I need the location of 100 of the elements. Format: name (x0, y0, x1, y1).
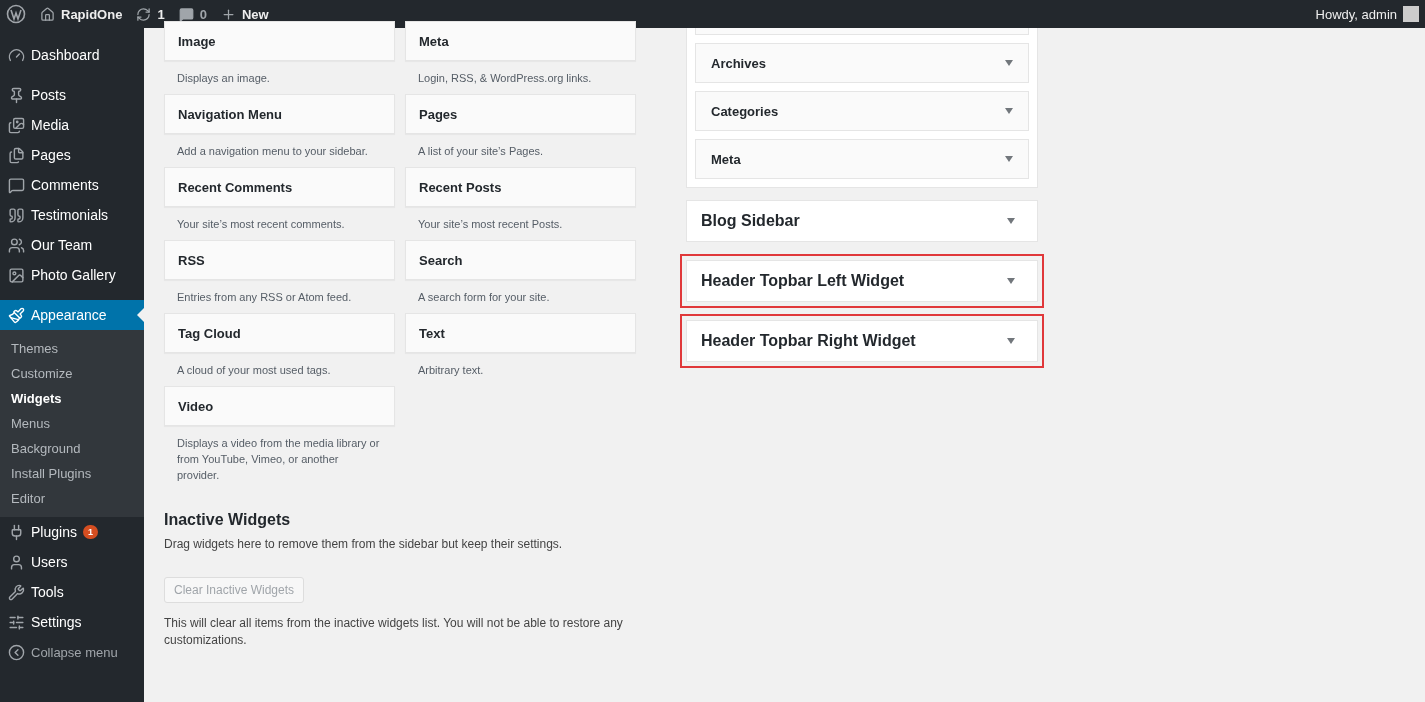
new-link[interactable]: New (220, 6, 269, 22)
widget-card[interactable]: Navigation Menu (164, 94, 395, 134)
updates-link[interactable]: 1 (136, 6, 165, 22)
widget-card[interactable]: Meta (405, 21, 636, 61)
submenu-item[interactable]: Editor (0, 486, 144, 511)
comments-link[interactable]: 0 (178, 6, 207, 22)
widget-card[interactable]: Recent Comments (164, 167, 395, 207)
submenu-item[interactable]: Install Plugins (0, 461, 144, 486)
submenu-item[interactable]: Background (0, 436, 144, 461)
caret-icon (1005, 60, 1013, 66)
widget-card[interactable]: Image (164, 21, 395, 61)
menu-label: Settings (31, 614, 82, 630)
menu-item[interactable]: Posts (0, 80, 144, 110)
paintbrush-icon (8, 306, 25, 324)
menu-item[interactable]: Dashboard (0, 40, 144, 70)
caret-icon (1007, 278, 1015, 284)
widget-title: Categories (711, 103, 779, 119)
widget-description: A search form for your site. (417, 290, 551, 305)
menu-item[interactable]: Comments (0, 170, 144, 200)
speech-bubble-icon (178, 6, 194, 22)
widget-description: Your site’s most recent comments. (176, 217, 346, 232)
section-heading: Inactive Widgets (164, 511, 292, 529)
widget-description: Arbitrary text. (417, 363, 485, 378)
menu-label: Users (31, 554, 68, 570)
area-title: Blog Sidebar (701, 212, 800, 230)
widget-card[interactable]: Pages (405, 94, 636, 134)
wrench-icon (8, 583, 25, 601)
submenu-item[interactable]: Menus (0, 411, 144, 436)
area-title: Header Topbar Left Widget (701, 272, 905, 290)
menu-label: Posts (31, 87, 66, 103)
widget-card[interactable]: Tag Cloud (164, 313, 395, 353)
menu-item[interactable]: Testimonials (0, 200, 144, 230)
menu-label: Pages (31, 147, 71, 163)
widget-description: Add a navigation menu to your sidebar. (176, 144, 369, 159)
submenu-item[interactable]: Themes (0, 336, 144, 361)
menu-item[interactable]: Collapse menu (0, 637, 144, 667)
menu-item[interactable]: Our Team (0, 230, 144, 260)
widget-description: Login, RSS, & WordPress.org links. (417, 71, 593, 86)
count-badge: 1 (82, 525, 98, 539)
menu-item[interactable]: Users (0, 547, 144, 577)
menu-label: Tools (31, 584, 64, 600)
menu-label: Collapse menu (31, 644, 118, 660)
people-icon (8, 236, 25, 254)
home-icon (40, 6, 55, 22)
collapse-icon (8, 643, 25, 661)
section-description: Drag widgets here to remove them from the sidebar but keep their settings. (164, 536, 564, 553)
avatar-icon (1403, 6, 1419, 22)
menu-item[interactable]: Appearance (0, 300, 144, 330)
widget-card[interactable]: Text (405, 313, 636, 353)
dashboard-gauge-icon (8, 46, 25, 64)
sidebar-widget[interactable]: Archives (695, 43, 1029, 83)
quote-icon (8, 206, 25, 224)
widget-title: Archives (711, 55, 766, 71)
media-icon (8, 116, 25, 134)
widget-description: Displays an image. (176, 71, 271, 86)
widget-description: Displays a video from the media library or from YouTube, Vimeo, or another provider. (176, 436, 381, 483)
widget-description: Entries from any RSS or Atom feed. (176, 290, 353, 305)
widget-description: A cloud of your most used tags. (176, 363, 332, 378)
widget-description: Your site’s most recent Posts. (417, 217, 564, 232)
menu-item[interactable]: Media (0, 110, 144, 140)
caret-icon (1005, 108, 1013, 114)
account-link[interactable]: Howdy, admin (1315, 6, 1419, 22)
menu-label: Comments (31, 177, 99, 193)
widget-area[interactable]: Header Topbar Right Widget (686, 320, 1038, 362)
warning-note: This will clear all items from the inactive widgets list. You will not be able to restore any customizations. (164, 615, 624, 649)
widget-area[interactable]: Header Topbar Left Widget (686, 260, 1038, 302)
pages-icon (8, 146, 25, 164)
menu-item[interactable]: Settings (0, 607, 144, 637)
widget-card[interactable]: Search (405, 240, 636, 280)
submenu-item[interactable]: Widgets (0, 386, 144, 411)
wordpress-logo-icon[interactable] (6, 4, 26, 24)
menu-label: Testimonials (31, 207, 109, 223)
widget-title: Meta (711, 151, 741, 167)
widget-area[interactable]: Blog Sidebar (686, 200, 1038, 242)
sliders-icon (8, 613, 25, 631)
widget-card[interactable]: Recent Posts (405, 167, 636, 207)
menu-item[interactable]: Tools (0, 577, 144, 607)
menu-label: Photo Gallery (31, 267, 116, 283)
caret-icon (1007, 218, 1015, 224)
menu-label: Dashboard (31, 47, 100, 63)
menu-label: Plugins (31, 524, 77, 540)
widget-card[interactable]: RSS (164, 240, 395, 280)
caret-icon (1005, 156, 1013, 162)
site-name-link[interactable]: RapidOne (40, 6, 123, 22)
menu-item[interactable]: Pages (0, 140, 144, 170)
pin-icon (8, 86, 25, 104)
widget-card[interactable]: Video (164, 386, 395, 426)
menu-item[interactable]: Plugins 1 (0, 517, 144, 547)
sidebar-widget[interactable]: Categories (695, 91, 1029, 131)
speech-bubble-icon (8, 176, 25, 194)
menu-label: Media (31, 117, 70, 133)
widget-description: A list of your site’s Pages. (417, 144, 545, 159)
area-title: Header Topbar Right Widget (701, 332, 916, 350)
refresh-icon (136, 6, 152, 22)
menu-label: Our Team (31, 237, 93, 253)
plus-icon (220, 6, 236, 22)
menu-item[interactable]: Photo Gallery (0, 260, 144, 290)
submenu-item[interactable]: Customize (0, 361, 144, 386)
sidebar-widget[interactable]: Meta (695, 139, 1029, 179)
menu-label: Appearance (31, 307, 107, 323)
